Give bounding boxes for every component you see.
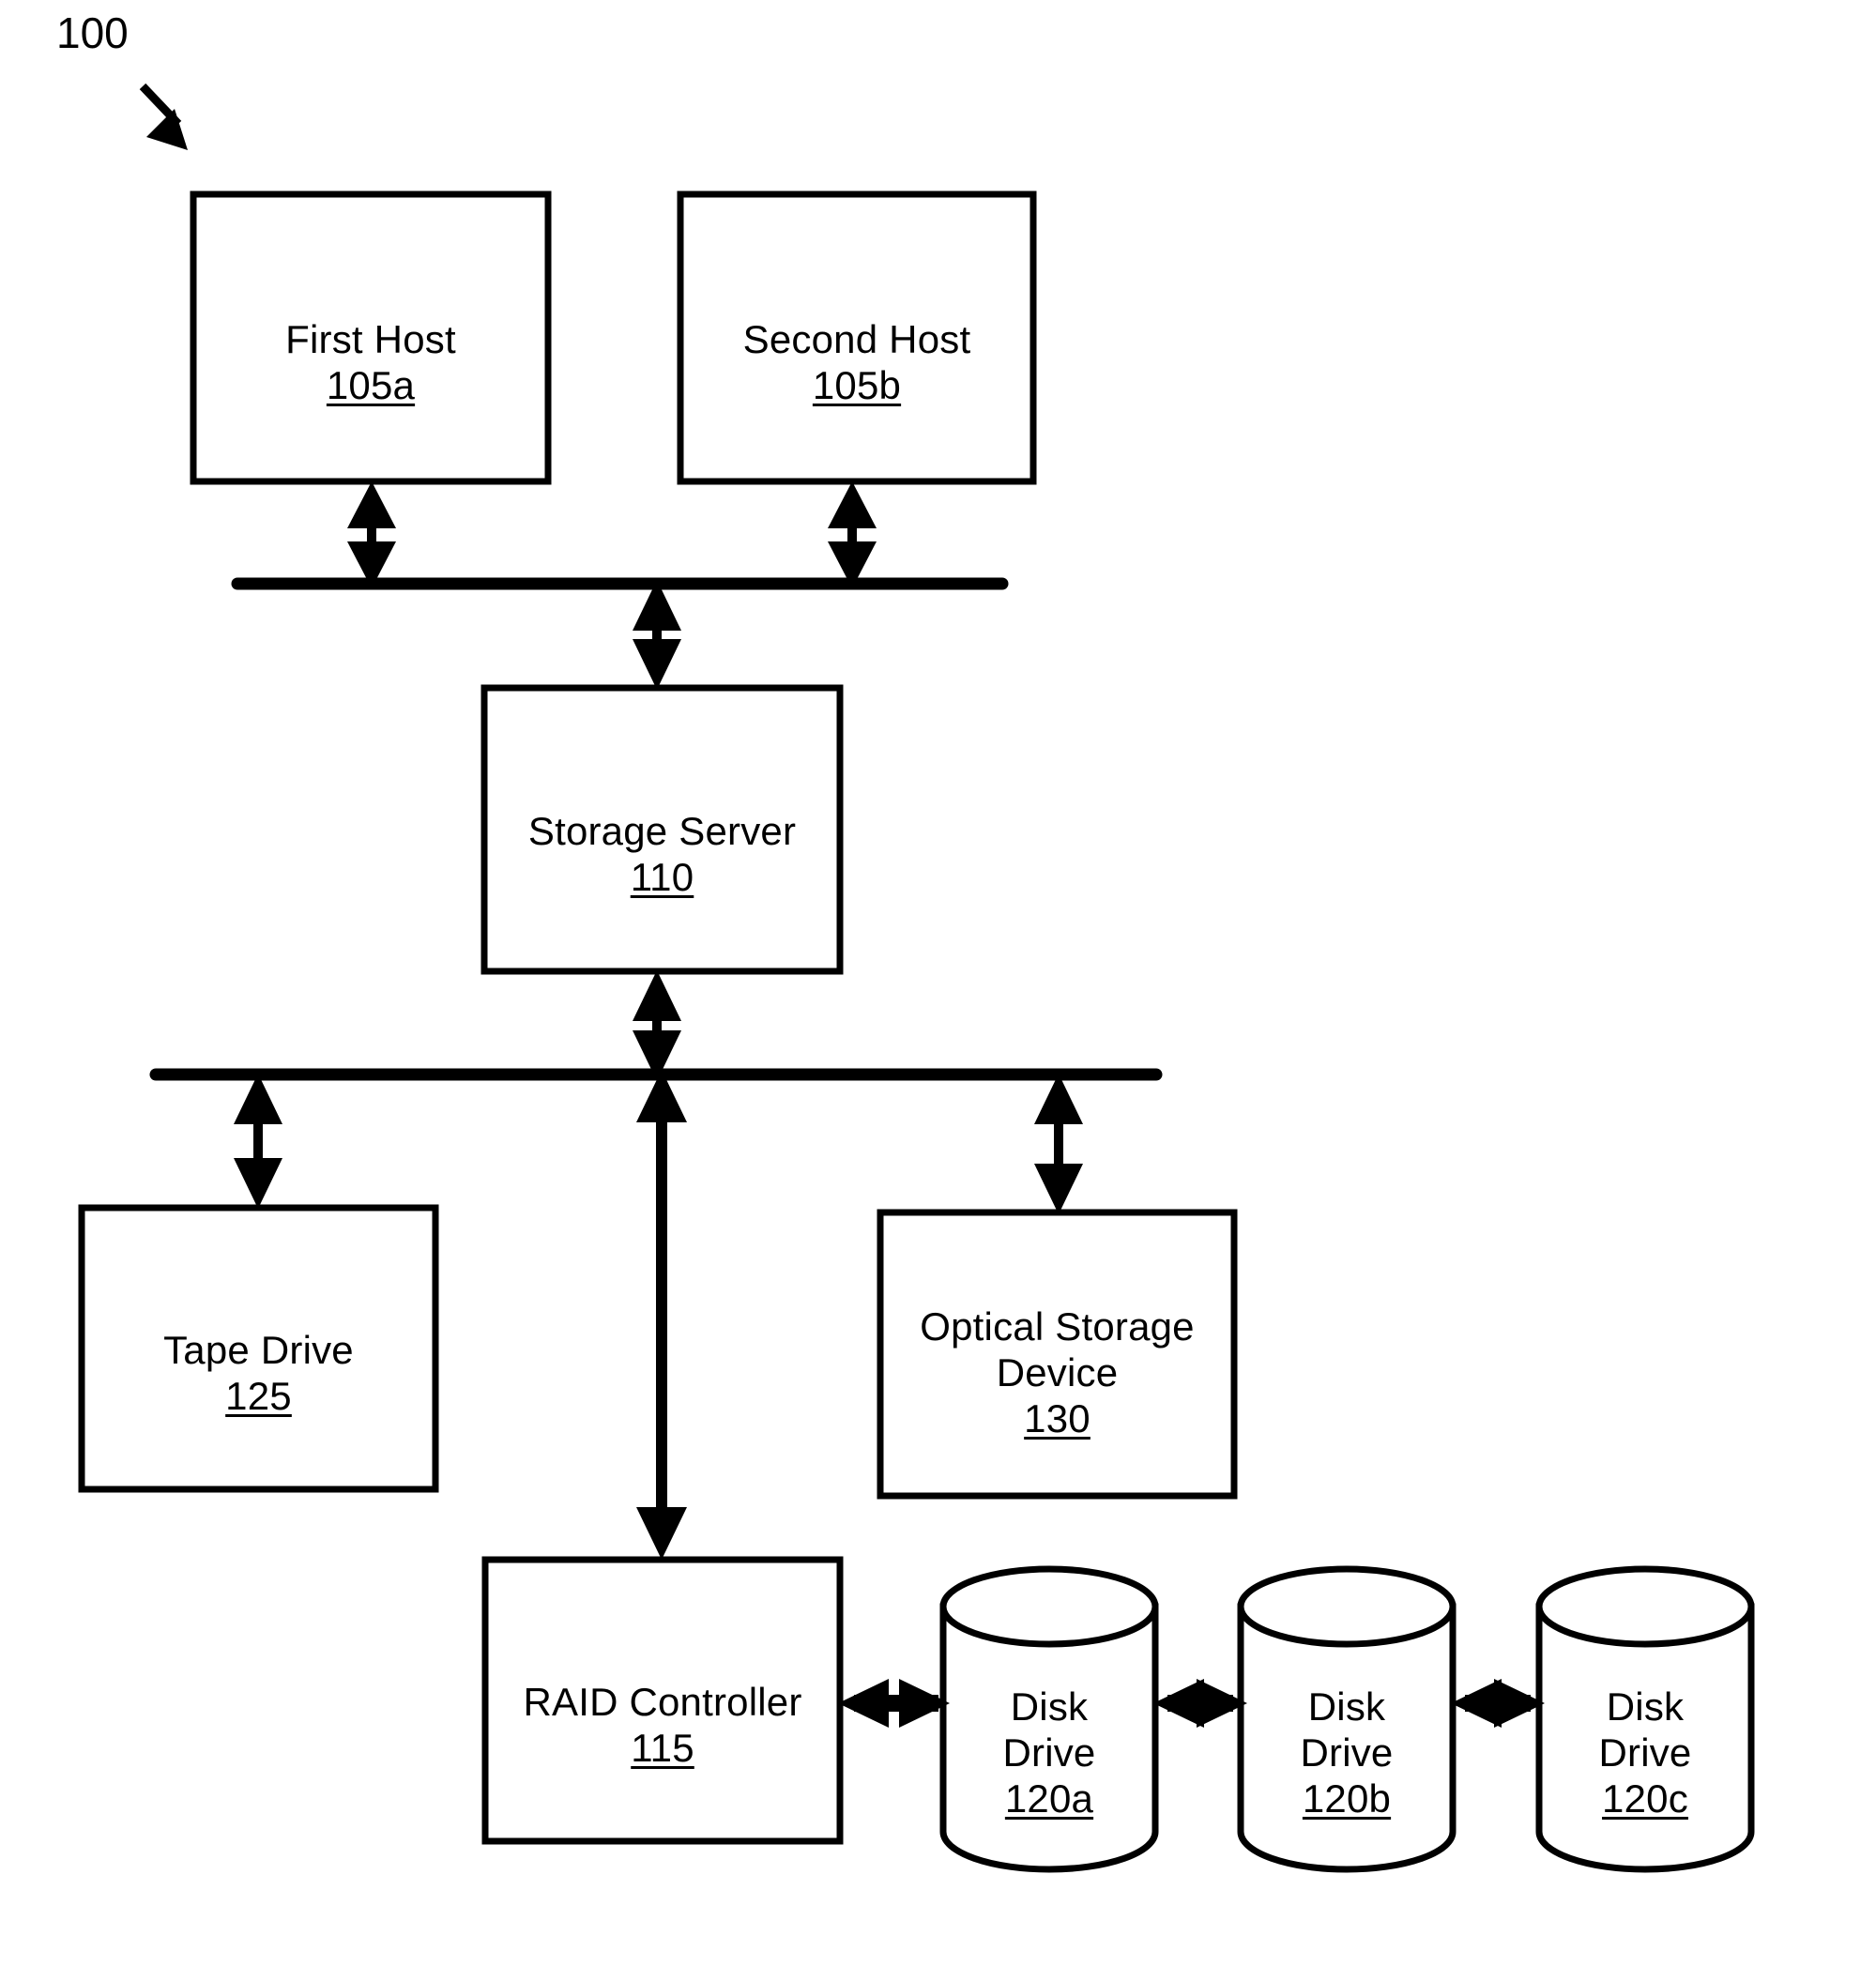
- disk-drive-a-cylinder: [939, 1565, 1159, 1873]
- tape-drive-box: [78, 1204, 439, 1493]
- second-host-to-bus-arrow: [828, 481, 877, 588]
- first-host-box: [190, 191, 552, 485]
- bus-to-storage-server-arrow: [633, 580, 681, 690]
- disk-drive-b-cylinder: [1237, 1565, 1457, 1873]
- optical-storage-device-box: [877, 1209, 1238, 1500]
- figure-number: 100: [56, 8, 129, 57]
- first-host-to-bus-arrow: [347, 481, 396, 588]
- storage-server-box: [480, 684, 844, 975]
- storage-server-to-lower-bus-arrow: [633, 970, 681, 1081]
- figure-number-arrow-icon: [139, 83, 188, 150]
- disk-drive-c-cylinder: [1535, 1565, 1755, 1873]
- raid-controller-box: [481, 1556, 844, 1845]
- disk-b-to-disk-c-arrow: [1451, 1679, 1545, 1728]
- raid-to-disk-a-arrow: [838, 1679, 950, 1728]
- lower-bus-to-optical-arrow: [1034, 1074, 1083, 1214]
- patent-figure-diagram: .bx { fill:#ffffff; stroke:#000000; stro…: [0, 0, 1876, 1966]
- diagram-vector-layer: .bx { fill:#ffffff; stroke:#000000; stro…: [78, 83, 1755, 1873]
- second-host-box: [677, 191, 1037, 485]
- lower-bus-to-raid-arrow: [636, 1070, 687, 1560]
- disk-a-to-disk-b-arrow: [1153, 1679, 1247, 1728]
- lower-bus-to-tape-drive-arrow: [234, 1074, 282, 1209]
